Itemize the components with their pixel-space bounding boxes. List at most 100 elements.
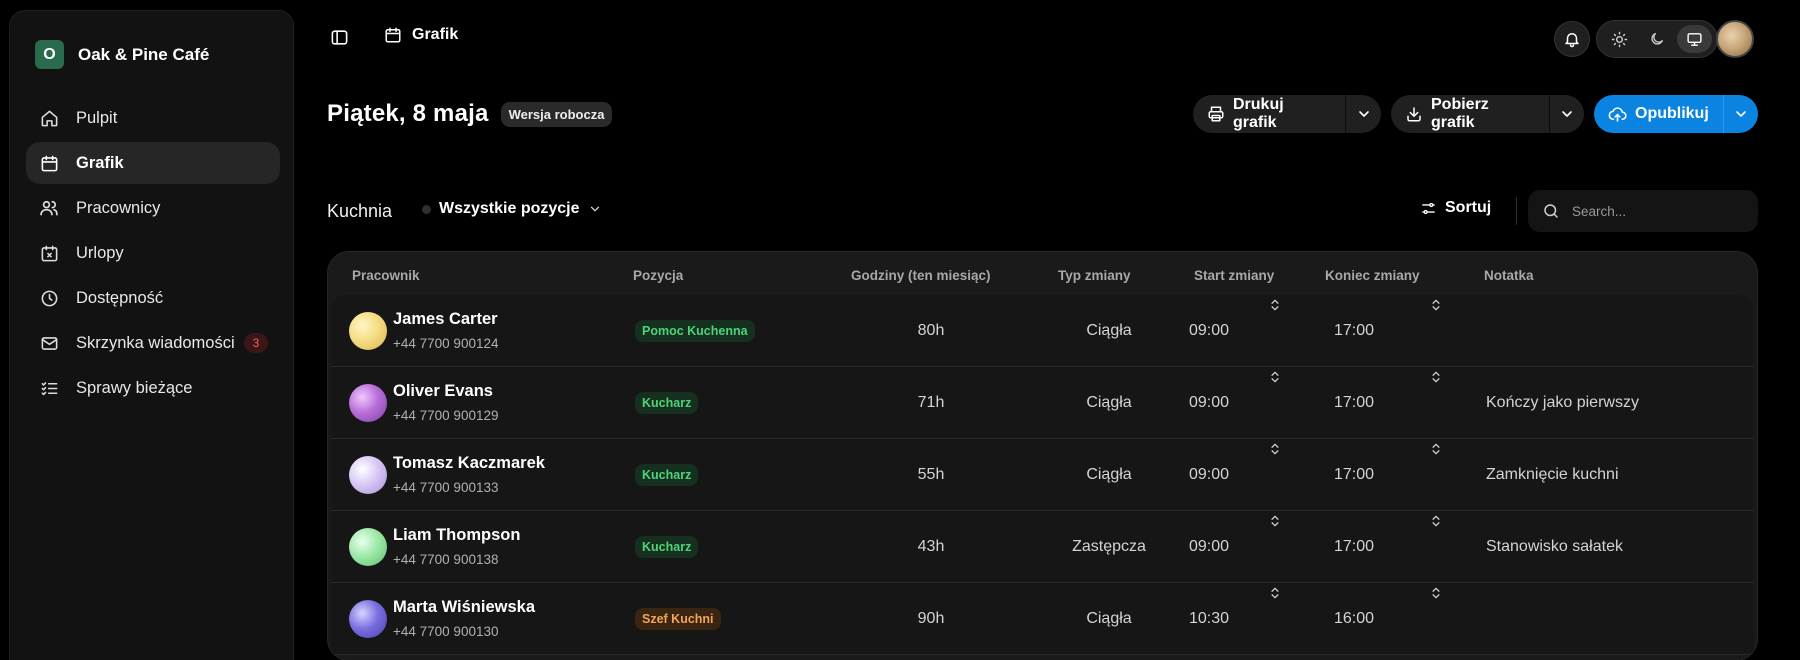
unread-count-badge: 3 (244, 333, 268, 353)
download-icon (1405, 105, 1423, 123)
note-cell[interactable]: Kończy jako pierwszy (1486, 367, 1639, 439)
chevrons-up-down-icon (1429, 585, 1443, 601)
sort-button[interactable]: Sortuj (1420, 199, 1491, 217)
shift-start-cell[interactable]: 09:00 (1189, 367, 1229, 439)
brand[interactable]: O Oak & Pine Café (35, 40, 209, 69)
publish-button[interactable]: Opublikuj (1594, 95, 1723, 133)
position-cell: Kucharz (635, 439, 699, 511)
start-stepper[interactable] (1267, 511, 1283, 531)
start-stepper[interactable] (1267, 367, 1283, 387)
table-row[interactable]: James Carter +44 7700 900124 Pomoc Kuche… (331, 295, 1754, 367)
theme-dark-button[interactable] (1639, 25, 1674, 53)
sidebar-item-sprawy[interactable]: Sprawy bieżące (26, 367, 280, 409)
sidebar-item-label: Pulpit (76, 108, 118, 127)
avatar (349, 456, 387, 494)
chevrons-up-down-icon (1429, 513, 1443, 529)
search-box[interactable] (1528, 190, 1758, 232)
shift-end-cell[interactable]: 17:00 (1334, 295, 1374, 367)
clock-icon (38, 287, 60, 309)
sidebar-nav: Pulpit Grafik Pracownicy Urlopy Dostępno… (26, 97, 280, 412)
chevron-down-icon (1559, 106, 1575, 122)
table-body: James Carter +44 7700 900124 Pomoc Kuche… (331, 295, 1754, 655)
column-header-shift-end[interactable]: Koniec zmiany (1325, 268, 1420, 283)
end-stepper[interactable] (1428, 583, 1444, 603)
employee-phone: +44 7700 900124 (393, 336, 499, 351)
sidebar-item-pulpit[interactable]: Pulpit (26, 97, 280, 139)
start-stepper[interactable] (1267, 583, 1283, 603)
shift-end-cell[interactable]: 17:00 (1334, 367, 1374, 439)
download-button[interactable]: Pobierz grafik (1391, 95, 1549, 133)
end-stepper[interactable] (1428, 367, 1444, 387)
avatar (349, 600, 387, 638)
column-header-employee[interactable]: Pracownik (352, 268, 420, 283)
shift-type-cell: Ciągła (1086, 466, 1132, 483)
download-options-button[interactable] (1548, 95, 1584, 133)
end-stepper[interactable] (1428, 511, 1444, 531)
brand-name: Oak & Pine Café (78, 44, 210, 64)
sidebar-item-dostepnosc[interactable]: Dostępność (26, 277, 280, 319)
sidebar-item-grafik[interactable]: Grafik (26, 142, 280, 184)
avatar (349, 384, 387, 422)
position-cell: Kucharz (635, 367, 699, 439)
publish-button-label: Opublikuj (1635, 105, 1709, 122)
shift-start-cell[interactable]: 09:00 (1189, 511, 1229, 583)
calendar-x-icon (38, 242, 60, 264)
start-stepper[interactable] (1267, 439, 1283, 459)
end-stepper[interactable] (1428, 295, 1444, 315)
download-button-label: Pobierz grafik (1431, 96, 1489, 131)
column-header-shift-type[interactable]: Typ zmiany (1058, 268, 1131, 283)
table-row[interactable]: Marta Wiśniewska +44 7700 900130 Szef Ku… (331, 583, 1754, 655)
publish-split-button: Opublikuj (1594, 95, 1758, 133)
theme-switcher (1596, 20, 1718, 58)
user-avatar[interactable] (1716, 20, 1754, 58)
hours-cell: 55h (917, 466, 945, 483)
home-icon (38, 107, 60, 129)
chevron-down-icon (1733, 106, 1749, 122)
publish-options-button[interactable] (1722, 95, 1758, 133)
hours-cell: 80h (917, 322, 945, 339)
shift-start-cell[interactable]: 09:00 (1189, 439, 1229, 511)
end-stepper[interactable] (1428, 439, 1444, 459)
shift-start-cell[interactable]: 10:30 (1189, 583, 1229, 655)
column-header-shift-start[interactable]: Start zmiany (1194, 268, 1274, 283)
printer-icon (1207, 105, 1225, 123)
shift-start-cell[interactable]: 09:00 (1189, 295, 1229, 367)
shift-type-cell: Ciągła (1086, 322, 1132, 339)
position-filter-dropdown[interactable]: Wszystkie pozycje (422, 200, 602, 218)
theme-system-button[interactable] (1676, 25, 1712, 53)
sidebar-item-urlopy[interactable]: Urlopy (26, 232, 280, 274)
column-header-hours[interactable]: Godziny (ten miesiąc) (851, 268, 991, 283)
column-header-position[interactable]: Pozycja (633, 268, 683, 283)
print-options-button[interactable] (1345, 95, 1381, 133)
role-badge: Pomoc Kuchenna (635, 320, 755, 342)
notifications-button[interactable] (1554, 21, 1590, 57)
shift-end-cell[interactable]: 17:00 (1334, 511, 1374, 583)
print-button[interactable]: Drukuj grafik (1193, 95, 1345, 133)
search-input[interactable] (1572, 203, 1752, 219)
table-row[interactable]: Liam Thompson +44 7700 900138 Kucharz 43… (331, 511, 1754, 583)
employee-name: Marta Wiśniewska (393, 598, 535, 616)
hours-cell: 71h (917, 394, 945, 411)
shift-end-cell[interactable]: 17:00 (1334, 439, 1374, 511)
sidebar-item-skrzynka[interactable]: Skrzynka wiadomości 3 (26, 322, 280, 364)
note-cell[interactable]: Stanowisko sałatek (1486, 511, 1623, 583)
employee-phone: +44 7700 900130 (393, 624, 499, 639)
calendar-icon (38, 152, 60, 174)
column-header-note[interactable]: Notatka (1484, 268, 1534, 283)
sidebar-item-pracownicy[interactable]: Pracownicy (26, 187, 280, 229)
sidebar-toggle-button[interactable] (328, 26, 350, 48)
note-cell[interactable]: Zamknięcie kuchni (1486, 439, 1619, 511)
start-stepper[interactable] (1267, 295, 1283, 315)
theme-light-button[interactable] (1602, 25, 1637, 53)
position-filter-label: Wszystkie pozycje (439, 200, 580, 217)
table-row[interactable]: Oliver Evans +44 7700 900129 Kucharz 71h… (331, 367, 1754, 439)
employee-name: James Carter (393, 310, 498, 328)
avatar (349, 528, 387, 566)
role-badge: Kucharz (635, 464, 699, 486)
table-row[interactable]: Tomasz Kaczmarek +44 7700 900133 Kucharz… (331, 439, 1754, 511)
chevrons-up-down-icon (1429, 441, 1443, 457)
role-badge: Kucharz (635, 536, 699, 558)
employee-name: Liam Thompson (393, 526, 521, 544)
filter-dot-icon (422, 204, 431, 214)
shift-end-cell[interactable]: 16:00 (1334, 583, 1374, 655)
